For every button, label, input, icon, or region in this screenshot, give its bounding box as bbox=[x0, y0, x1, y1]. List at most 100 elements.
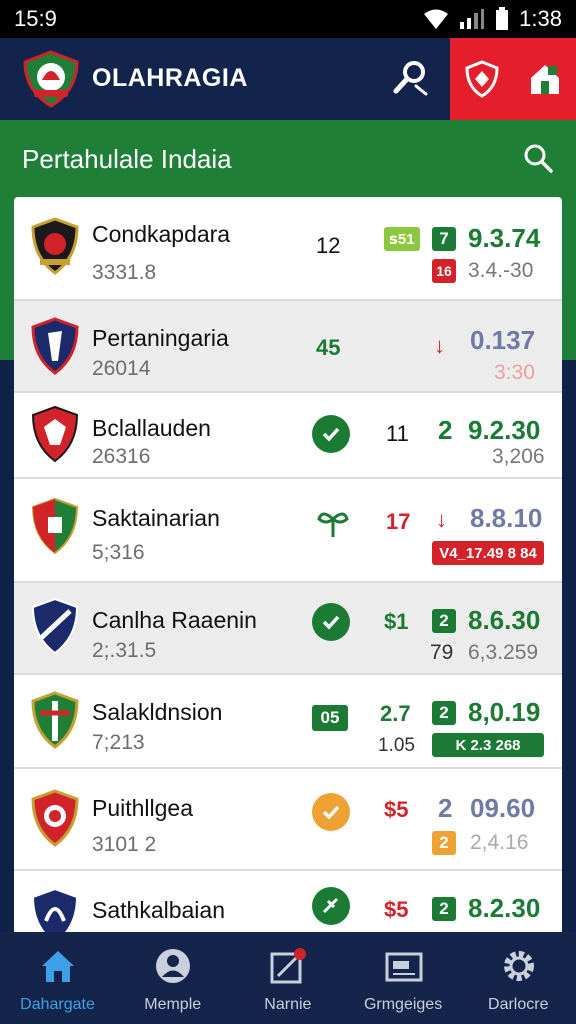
match-count: $1 bbox=[384, 609, 409, 634]
check-icon bbox=[312, 793, 350, 831]
search-icon[interactable] bbox=[390, 58, 430, 98]
status-icons: 1:38 bbox=[423, 6, 562, 32]
trend-flag: 2 bbox=[432, 609, 456, 633]
list-item[interactable]: Salakldnsion 7;213 05 2.7 2 8,0.19 1.05 … bbox=[14, 675, 562, 769]
team-sub-value: 26014 bbox=[92, 357, 151, 380]
trend-flag: 2 bbox=[432, 701, 456, 725]
team-sub-value: 5;316 bbox=[92, 541, 145, 564]
status-badge: 05 bbox=[312, 705, 348, 731]
lead-value: 2 bbox=[438, 415, 453, 445]
list-item[interactable]: Pertaningaria 26014 45 ↓ 0.137 3:30 bbox=[14, 301, 562, 393]
status-clock: 1:38 bbox=[519, 6, 562, 31]
trend-down-icon: ↓ bbox=[434, 333, 445, 358]
odds-value: 8.8.10 bbox=[470, 503, 543, 533]
team-crest-icon bbox=[31, 217, 79, 275]
team-sub-value: 7;213 bbox=[92, 731, 145, 754]
team-name: Condkapdara bbox=[92, 221, 231, 247]
team-crest-icon bbox=[31, 405, 79, 463]
team-crest-icon bbox=[31, 887, 79, 932]
home-shortcut-button[interactable] bbox=[525, 59, 565, 99]
sub-odds-value: 3.4.-30 bbox=[468, 259, 534, 282]
tab-tickets[interactable]: Narnie bbox=[230, 932, 345, 1024]
tab-cards[interactable]: Grmgeiges bbox=[346, 932, 461, 1024]
tab-label: Narnie bbox=[264, 996, 312, 1013]
odds-value: 9.2.30 bbox=[468, 415, 541, 445]
header-action-group bbox=[450, 38, 576, 120]
team-sub-value: 3101 2 bbox=[92, 833, 157, 856]
team-sub-value: 2;.31.5 bbox=[92, 639, 157, 662]
match-count: 12 bbox=[316, 233, 341, 258]
list-item[interactable]: Canlha Raaenin 2;.31.5 $1 2 8.6.30 79 6,… bbox=[14, 583, 562, 675]
sub-odds-value: 6,3.259 bbox=[468, 641, 539, 664]
team-crest-icon bbox=[31, 691, 79, 749]
check-icon bbox=[312, 415, 350, 453]
sub-mid-value: 1.05 bbox=[378, 735, 415, 756]
sub-left-value: 79 bbox=[430, 641, 454, 664]
sprout-icon bbox=[317, 512, 349, 537]
battery-icon bbox=[496, 7, 509, 30]
trend-down-icon: ↓ bbox=[436, 507, 447, 532]
bottom-tab-bar: Dahargate Memple Narnie Grmgeiges Darloc… bbox=[0, 932, 576, 1024]
list-item[interactable]: Sathkalbaian $5 2 8.2.30 bbox=[14, 871, 562, 932]
check-icon bbox=[312, 603, 350, 641]
trend-flag: 2 bbox=[432, 897, 456, 921]
odds-value: 8.2.30 bbox=[468, 893, 541, 923]
list-item[interactable]: Condkapdara 3331.8 12 ꜱ51 7 9.3.74 16 3.… bbox=[14, 197, 562, 301]
odds-value: 0.137 bbox=[470, 325, 536, 355]
team-name: Sathkalbaian bbox=[92, 897, 225, 923]
list-item[interactable]: Bclallauden 26316 11 2 9.2.30 3,206 bbox=[14, 393, 562, 479]
team-crest-icon bbox=[31, 789, 79, 847]
sub-odds-value: 3,206 bbox=[492, 445, 545, 468]
trend-flag: 7 bbox=[432, 227, 456, 251]
card-icon bbox=[385, 952, 423, 982]
section-title: Pertahulale Indaia bbox=[22, 144, 232, 174]
match-count: 45 bbox=[316, 335, 341, 360]
sprout-badge-icon bbox=[312, 887, 350, 925]
tab-label: Darlocre bbox=[488, 996, 549, 1013]
tab-profile[interactable]: Memple bbox=[115, 932, 230, 1024]
profile-icon bbox=[156, 949, 191, 983]
house-icon bbox=[530, 65, 559, 94]
trend-flag-secondary: 16 bbox=[432, 259, 456, 283]
odds-value: 8.6.30 bbox=[468, 605, 541, 635]
team-name: Bclallauden bbox=[92, 415, 211, 441]
status-time: 15:9 bbox=[14, 6, 57, 31]
odds-value: 8,0.19 bbox=[468, 697, 541, 727]
team-sub-value: 3331.8 bbox=[92, 261, 157, 284]
team-sub-value: 26316 bbox=[92, 445, 151, 468]
sub-odds-value: 2,4.16 bbox=[470, 831, 529, 854]
odds-value: 9.3.74 bbox=[468, 223, 541, 253]
list-item[interactable]: Puithllgea 3101 2 $5 2 09.60 2 2,4.16 bbox=[14, 769, 562, 871]
list-item[interactable]: Saktainarian 5;316 17 ↓ 8.8.10 V4_17.49 … bbox=[14, 479, 562, 583]
shield-alert-button[interactable] bbox=[462, 59, 502, 99]
signal-icon bbox=[460, 9, 485, 29]
section-search-icon[interactable] bbox=[522, 142, 554, 174]
match-list: Condkapdara 3331.8 12 ꜱ51 7 9.3.74 16 3.… bbox=[14, 197, 562, 932]
odds-range-badge: K 2.3 268 bbox=[432, 733, 544, 757]
team-name: Pertaningaria bbox=[92, 325, 229, 351]
tab-settings[interactable]: Darlocre bbox=[461, 932, 576, 1024]
match-count: 17 bbox=[386, 509, 411, 534]
app-logo-icon[interactable] bbox=[22, 50, 80, 108]
team-crest-icon bbox=[31, 317, 79, 375]
lead-value: 2 bbox=[438, 793, 453, 823]
tab-label: Grmgeiges bbox=[363, 996, 443, 1013]
match-count: 11 bbox=[386, 421, 409, 446]
status-badge: ꜱ51 bbox=[384, 227, 420, 251]
shield-icon bbox=[464, 60, 499, 98]
team-name: Puithllgea bbox=[92, 795, 194, 821]
app-header: OLAHRAGIA bbox=[0, 38, 576, 120]
wifi-icon bbox=[424, 9, 449, 29]
team-name: Saktainarian bbox=[92, 505, 220, 531]
match-count: $5 bbox=[384, 797, 409, 822]
ticket-icon bbox=[270, 948, 307, 984]
gear-icon bbox=[503, 951, 534, 981]
team-crest-icon bbox=[31, 497, 79, 555]
team-name: Salakldnsion bbox=[92, 699, 223, 725]
team-crest-icon bbox=[31, 597, 79, 655]
status-bar: 15:9 1:38 bbox=[0, 0, 576, 38]
team-name: Canlha Raaenin bbox=[92, 607, 257, 633]
tab-dashboard[interactable]: Dahargate bbox=[0, 932, 115, 1024]
home-icon bbox=[42, 951, 74, 982]
trend-flag-secondary: 2 bbox=[432, 831, 456, 855]
